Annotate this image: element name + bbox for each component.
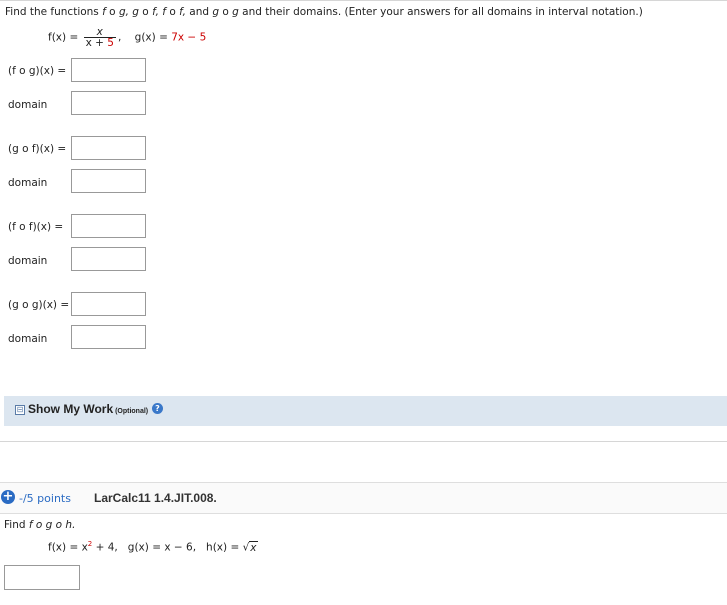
gog-domain-input[interactable]: [71, 325, 146, 349]
gof-label: (g o f)(x) =: [8, 143, 67, 155]
section-divider: [0, 441, 727, 442]
gog-domain-label: domain: [8, 333, 48, 345]
help-icon[interactable]: ?: [152, 403, 163, 414]
question-instructions: Find the functions f o g, g o f, f o f, …: [5, 6, 643, 18]
given-functions: f(x) = x x + 5 , g(x) = 7x − 5: [48, 26, 207, 49]
expand-plus-icon[interactable]: +: [1, 490, 15, 504]
fof-domain-input[interactable]: [71, 247, 146, 271]
fog-label: (f o g)(x) =: [8, 65, 67, 77]
top-divider: [0, 0, 727, 1]
f-definition-label: f(x) =: [48, 31, 82, 44]
gof-answer-input[interactable]: [71, 136, 146, 160]
collapse-icon[interactable]: ⊟: [15, 405, 25, 415]
question-id: LarCalc11 1.4.JIT.008.: [94, 491, 217, 505]
fog-domain-label: domain: [8, 99, 48, 111]
fog-answer-input[interactable]: [71, 58, 146, 82]
question2-functions: f(x) = x2 + 4, g(x) = x − 6, h(x) = √x: [48, 540, 258, 554]
gog-answer-input[interactable]: [71, 292, 146, 316]
points-link[interactable]: -/5 points: [19, 492, 71, 505]
fog-domain-input[interactable]: [71, 91, 146, 115]
question2-prompt: Find f o g o h.: [4, 519, 76, 531]
gof-domain-input[interactable]: [71, 169, 146, 193]
gog-label: (g o g)(x) =: [8, 299, 70, 311]
g-definition-label: g(x) =: [134, 31, 172, 44]
show-my-work-toggle[interactable]: Show My Work (Optional): [28, 402, 148, 416]
fogoh-answer-input[interactable]: [4, 565, 80, 590]
fof-label: (f o f)(x) =: [8, 221, 64, 233]
f-fraction: x x + 5: [83, 26, 116, 49]
gof-domain-label: domain: [8, 177, 48, 189]
fof-domain-label: domain: [8, 255, 48, 267]
g-expression: 7x − 5: [171, 31, 207, 44]
fof-answer-input[interactable]: [71, 214, 146, 238]
